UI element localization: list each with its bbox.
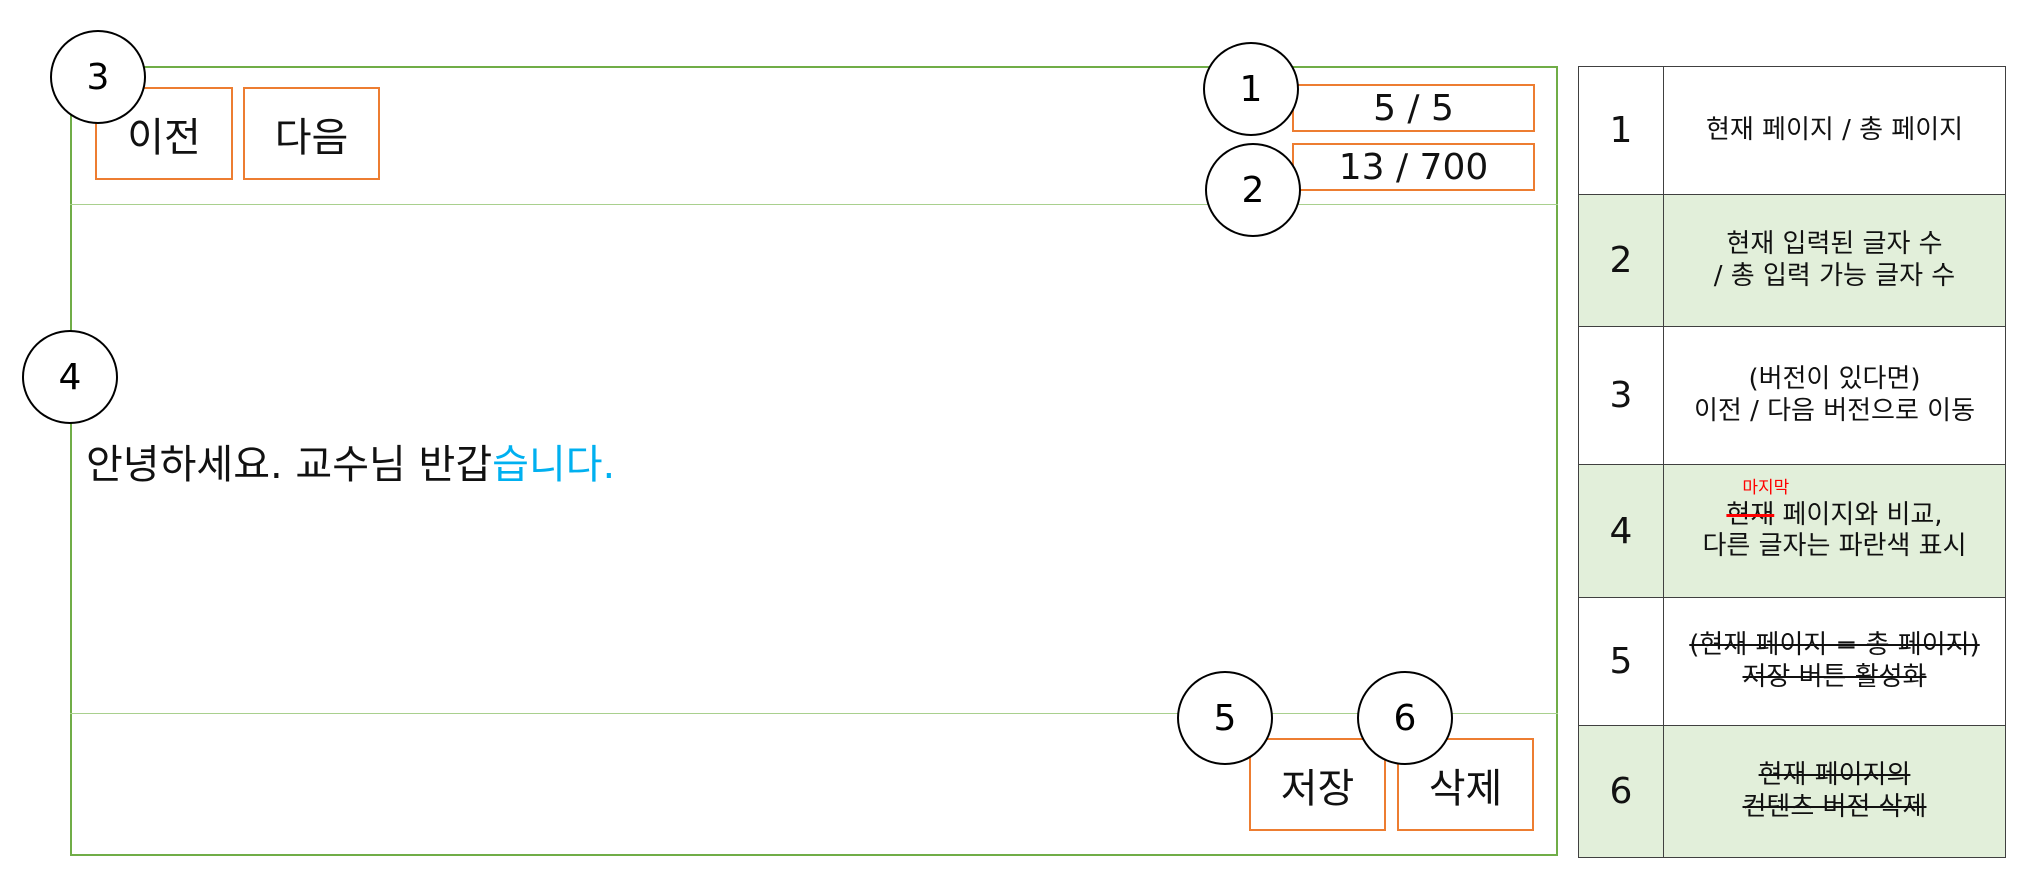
save-button[interactable]: 저장 — [1249, 738, 1386, 831]
marker-3: 3 — [50, 30, 146, 124]
legend-num: 6 — [1578, 725, 1664, 858]
footer-divider — [70, 713, 1558, 714]
marker-2: 2 — [1205, 143, 1301, 237]
marker-6: 6 — [1357, 671, 1453, 765]
legend-row: 3 (버전이 있다면) 이전 / 다음 버전으로 이동 — [1578, 326, 2006, 465]
legend-row: 1 현재 페이지 / 총 페이지 — [1578, 66, 2006, 195]
legend-num: 3 — [1578, 326, 1664, 465]
page-counter: 5 / 5 — [1292, 84, 1535, 132]
legend-desc: 현재 페이지 / 총 페이지 — [1663, 66, 2006, 195]
content-text-diff: 습니다. — [492, 442, 616, 488]
legend-num: 1 — [1578, 66, 1664, 195]
marker-4: 4 — [22, 330, 118, 424]
legend-num: 2 — [1578, 194, 1664, 327]
legend-row: 6 현재 페이지의 컨텐츠 버전 삭제 — [1578, 725, 2006, 858]
legend-row: 2 현재 입력된 글자 수 / 총 입력 가능 글자 수 — [1578, 194, 2006, 327]
content-text: 안녕하세요. 교수님 반갑습니다. — [86, 432, 615, 490]
legend-table: 1 현재 페이지 / 총 페이지 2 현재 입력된 글자 수 / 총 입력 가능… — [1578, 66, 2006, 858]
content-text-plain: 안녕하세요. 교수님 반갑 — [86, 442, 493, 488]
legend-num: 4 — [1578, 464, 1664, 598]
legend-row: 5 (현재 페이지 = 총 페이지) 저장 버튼 활성화 — [1578, 597, 2006, 726]
header-divider — [70, 204, 1558, 205]
next-button[interactable]: 다음 — [243, 87, 380, 180]
legend-desc: 현재 마지막 페이지와 비교, 다른 글자는 파란색 표시 — [1663, 464, 2006, 598]
legend-desc: 현재 입력된 글자 수 / 총 입력 가능 글자 수 — [1663, 194, 2006, 327]
legend-row: 4 현재 마지막 페이지와 비교, 다른 글자는 파란색 표시 — [1578, 464, 2006, 598]
legend-desc: 현재 페이지의 컨텐츠 버전 삭제 — [1663, 725, 2006, 858]
legend-desc: (현재 페이지 = 총 페이지) 저장 버튼 활성화 — [1663, 597, 2006, 726]
revision-mark: 현재 마지막 — [1726, 477, 1790, 530]
marker-5: 5 — [1177, 671, 1273, 765]
marker-1: 1 — [1203, 42, 1299, 136]
legend-desc: (버전이 있다면) 이전 / 다음 버전으로 이동 — [1663, 326, 2006, 465]
legend-num: 5 — [1578, 597, 1664, 726]
char-counter: 13 / 700 — [1292, 143, 1535, 191]
